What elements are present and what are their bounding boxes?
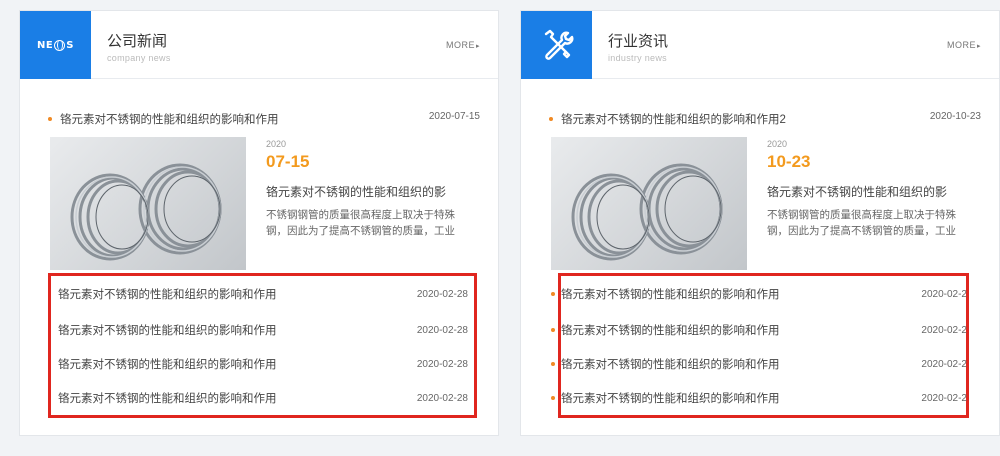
more-arrow-icon: ▸ [475, 43, 480, 50]
news-date: 2020-07-15 [428, 111, 480, 122]
news-date: 2020-02-2 [921, 358, 967, 370]
news-title: 铬元素对不锈钢的性能和组织的影响和作用 [561, 359, 780, 371]
company-news-panel: NE S 公司新闻 company news MORE▸ 铬元素对不锈钢的性能和组… [19, 10, 499, 436]
news-title: 铬元素对不锈钢的性能和组织的影响和作用 [58, 289, 277, 301]
bullet-icon [551, 361, 555, 366]
steel-wire-coil-image[interactable] [50, 137, 246, 270]
bullet-icon [551, 327, 555, 332]
more-link[interactable]: MORE▸ [947, 40, 981, 50]
list-item[interactable]: 铬元素对不锈钢的性能和组织的影响和作用 2020-02-28 [58, 356, 468, 372]
news-date: 2020-02-2 [921, 392, 967, 404]
list-item[interactable]: 铬元素对不锈钢的性能和组织的影响和作用 2020-02-28 [58, 286, 468, 302]
list-item[interactable]: 铬元素对不锈钢的性能和组织的影响和作用 2020-02-2 [551, 390, 967, 406]
news-date: 2020-10-23 [929, 111, 981, 122]
industry-news-panel: 行业资讯 industry news MORE▸ 铬元素对不锈钢的性能和组织的影… [520, 10, 1000, 436]
panel-title: 行业资讯 [608, 33, 669, 50]
more-arrow-icon: ▸ [976, 43, 981, 50]
news-title: 铬元素对不锈钢的性能和组织的影响和作用 [561, 325, 780, 337]
bullet-icon [549, 116, 553, 121]
list-item[interactable]: 铬元素对不锈钢的性能和组织的影响和作用 2020-02-2 [551, 356, 967, 372]
news-globe-icon: NE S [20, 11, 91, 79]
bullet-icon [551, 395, 555, 400]
more-link[interactable]: MORE▸ [446, 40, 480, 50]
wrench-screwdriver-icon [521, 11, 592, 79]
list-item[interactable]: 铬元素对不锈钢的性能和组织的影响和作用 2020-02-28 [58, 322, 468, 338]
top-news-item[interactable]: 铬元素对不锈钢的性能和组织的影响和作用2 2020-10-23 [549, 111, 981, 127]
feature-description: 不锈钢钢管的质量很高程度上取决于特殊钢，因此为了提高不锈钢管的质量，工业 [266, 209, 455, 237]
list-item[interactable]: 铬元素对不锈钢的性能和组织的影响和作用 2020-02-2 [551, 322, 967, 338]
news-title: 铬元素对不锈钢的性能和组织的影响和作用 [60, 114, 279, 126]
news-title: 铬元素对不锈钢的性能和组织的影响和作用 [58, 325, 277, 337]
top-news-item[interactable]: 铬元素对不锈钢的性能和组织的影响和作用 2020-07-15 [48, 111, 480, 127]
bullet-icon [551, 291, 555, 296]
news-title: 铬元素对不锈钢的性能和组织的影响和作用 [561, 393, 780, 405]
panel-title: 公司新闻 [107, 33, 168, 50]
news-date: 2020-02-28 [416, 392, 468, 404]
feature-year: 2020 [266, 139, 287, 149]
news-title: 铬元素对不锈钢的性能和组织的影响和作用 [561, 289, 780, 301]
news-date: 2020-02-28 [416, 288, 468, 300]
feature-date: 07-15 [266, 152, 310, 171]
bullet-icon [48, 116, 52, 121]
panel-header: 行业资讯 industry news MORE▸ [521, 11, 999, 79]
feature-description: 不锈钢钢管的质量很高程度上取决于特殊钢，因此为了提高不锈钢管的质量，工业 [767, 209, 956, 237]
news-title: 铬元素对不锈钢的性能和组织的影响和作用2 [561, 114, 786, 126]
feature-date: 10-23 [767, 152, 811, 171]
panel-subtitle: company news [107, 53, 171, 63]
list-item[interactable]: 铬元素对不锈钢的性能和组织的影响和作用 2020-02-28 [58, 390, 468, 406]
news-date: 2020-02-2 [921, 324, 967, 336]
list-item[interactable]: 铬元素对不锈钢的性能和组织的影响和作用 2020-02-2 [551, 286, 967, 302]
panel-subtitle: industry news [608, 53, 667, 63]
panel-header: NE S 公司新闻 company news MORE▸ [20, 11, 498, 79]
news-date: 2020-02-28 [416, 358, 468, 370]
feature-year: 2020 [767, 139, 788, 149]
feature-title[interactable]: 铬元素对不锈钢的性能和组织的影 [767, 183, 982, 200]
news-date: 2020-02-28 [416, 324, 468, 336]
news-title: 铬元素对不锈钢的性能和组织的影响和作用 [58, 359, 277, 371]
news-title: 铬元素对不锈钢的性能和组织的影响和作用 [58, 393, 277, 405]
news-date: 2020-02-2 [921, 288, 967, 300]
feature-title[interactable]: 铬元素对不锈钢的性能和组织的影 [266, 183, 481, 200]
steel-wire-coil-image[interactable] [551, 137, 747, 270]
